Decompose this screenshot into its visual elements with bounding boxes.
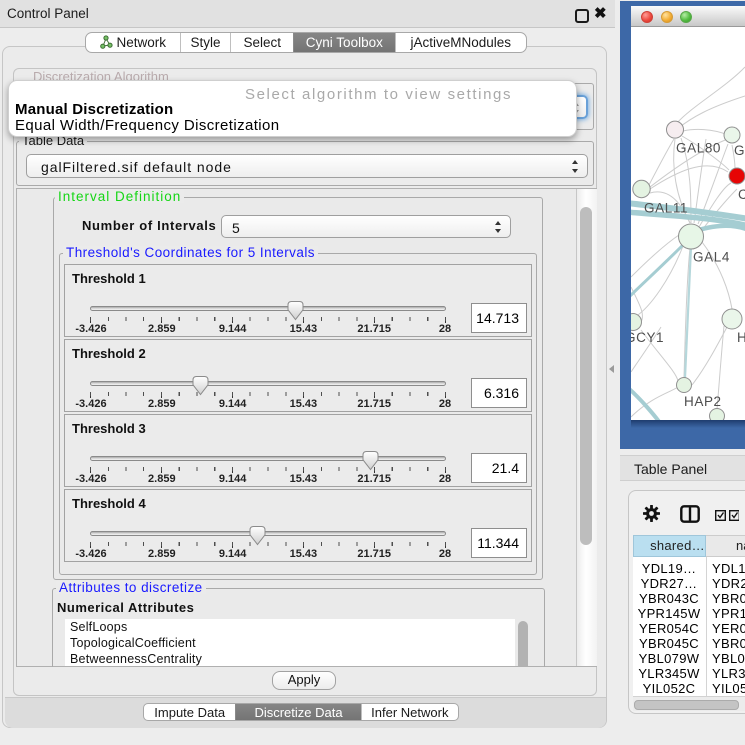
svg-text:GCY1: GCY1 bbox=[631, 330, 664, 345]
svg-text:GAL4: GAL4 bbox=[693, 250, 730, 265]
svg-text:GA: GA bbox=[734, 143, 745, 158]
svg-text:GAL80: GAL80 bbox=[676, 141, 721, 156]
svg-text:HAP2: HAP2 bbox=[684, 394, 722, 409]
svg-text:H: H bbox=[737, 330, 745, 345]
svg-text:GAL11: GAL11 bbox=[644, 201, 688, 216]
svg-text:C: C bbox=[738, 187, 745, 202]
